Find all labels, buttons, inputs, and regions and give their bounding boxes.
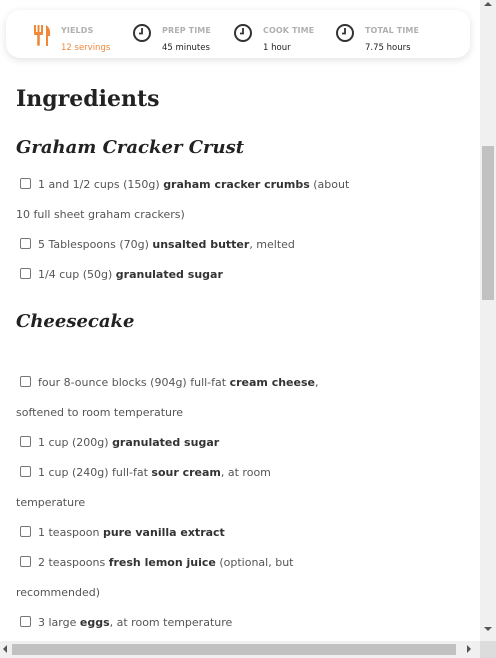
ingredient-checkbox[interactable] [20,268,31,279]
ingredient-text-continued: temperature [16,496,86,509]
ingredient-text: 1 cup (200g) [38,436,113,449]
ingredient-checkbox[interactable] [20,238,31,249]
ingredient-text-continued: recommended) [16,586,101,599]
clock-icon [234,24,252,42]
ingredient-text: 5 Tablespoons (70g) [38,238,153,251]
scrollbar-corner [480,641,496,658]
crust-heading: Graham Cracker Crust [16,137,245,158]
ingredient-item: 3 large eggs, at room temperature [16,608,346,638]
ingredient-note: , [314,376,319,389]
ingredient-note: , at room [220,466,271,479]
ingredient-name: sour cream [151,466,221,479]
prep-time-label: PREP TIME [162,26,211,35]
ingredient-item: 1 cup (240g) full-fat sour cream, at roo… [16,458,346,518]
ingredient-name: granulated sugar [115,268,223,281]
ingredient-name: eggs [79,616,110,629]
recipe-viewport: YIELDS 12 servings PREP TIME 45 minutes … [0,0,480,641]
scroll-right-arrow-icon[interactable] [467,645,471,653]
ingredient-item: 1 and 1/2 cups (150g) graham cracker cru… [16,170,349,230]
scroll-left-arrow-icon[interactable] [3,645,7,653]
ingredient-text: 1 cup (240g) full-fat [38,466,152,479]
ingredient-name: granulated sugar [112,436,220,449]
horizontal-scrollbar-thumb[interactable] [12,644,456,655]
recipe-meta-card: YIELDS 12 servings PREP TIME 45 minutes … [6,10,470,58]
ingredient-name: unsalted butter [152,238,250,251]
ingredient-item: 5 Tablespoons (70g) unsalted butter, mel… [16,230,346,260]
ingredient-note: , melted [249,238,295,251]
ingredient-checkbox[interactable] [20,616,31,627]
clock-icon [133,24,151,42]
ingredient-text: 2 teaspoons [38,556,109,569]
total-time-label: TOTAL TIME [365,26,420,35]
clock-icon [336,24,354,42]
ingredient-text-continued: 10 full sheet graham crackers) [16,208,185,221]
prep-time-value: 45 minutes [162,43,210,53]
ingredient-item: 1 teaspoon pure vanilla extract [16,518,346,548]
ingredient-checkbox[interactable] [20,376,31,387]
ingredient-note: (about [309,178,350,191]
ingredient-text: 1 teaspoon [38,526,103,539]
ingredient-name: pure vanilla extract [102,526,225,539]
yields-label: YIELDS [61,26,94,35]
horizontal-scrollbar[interactable] [0,641,496,658]
ingredient-name: fresh lemon juice [108,556,216,569]
ingredient-text: 1 and 1/2 cups (150g) [38,178,164,191]
ingredients-heading: Ingredients [16,86,160,112]
yields-value: 12 servings [61,43,111,53]
cook-time-label: COOK TIME [263,26,315,35]
vertical-scrollbar[interactable] [480,0,496,641]
ingredient-item: four 8-ounce blocks (904g) full-fat crea… [16,368,346,428]
fork-knife-icon [34,25,51,46]
scroll-down-arrow-icon[interactable] [484,627,492,631]
ingredient-text: 3 large [38,616,80,629]
ingredient-checkbox[interactable] [20,526,31,537]
vertical-scrollbar-thumb[interactable] [482,146,494,300]
ingredient-name: graham cracker crumbs [163,178,310,191]
ingredient-item: 1 cup (200g) granulated sugar [16,428,346,458]
ingredient-note: (optional, but [215,556,294,569]
ingredient-checkbox[interactable] [20,178,31,189]
ingredient-text: 1/4 cup (50g) [38,268,116,281]
ingredient-checkbox[interactable] [20,436,31,447]
total-time-value: 7.75 hours [365,43,411,53]
ingredient-checkbox[interactable] [20,466,31,477]
ingredient-note: , at room temperature [109,616,233,629]
ingredient-text: four 8-ounce blocks (904g) full-fat [38,376,230,389]
ingredient-checkbox[interactable] [20,556,31,567]
ingredient-text-continued: softened to room temperature [16,406,184,419]
cook-time-value: 1 hour [263,43,291,53]
scroll-up-arrow-icon[interactable] [484,2,492,6]
ingredient-name: cream cheese [229,376,315,389]
cheesecake-heading: Cheesecake [16,311,135,332]
ingredient-item: 2 teaspoons fresh lemon juice (optional,… [16,548,346,608]
ingredient-item: 1/4 cup (50g) granulated sugar [16,260,346,290]
